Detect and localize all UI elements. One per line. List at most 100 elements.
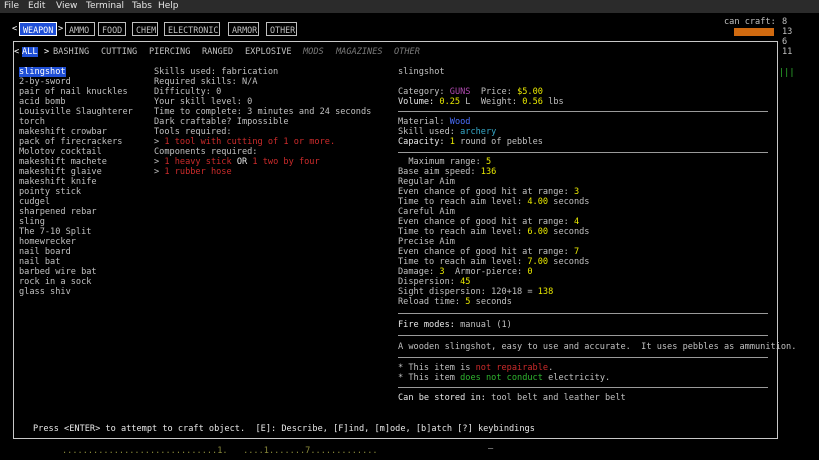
required-skills: Required skills: N/A xyxy=(154,77,258,87)
aim-time-line: Time to reach aim level: 4.00 seconds xyxy=(398,197,590,207)
list-item[interactable]: makeshift crowbar xyxy=(19,127,107,137)
dark-craftable: Dark craftable? Impossible xyxy=(154,117,289,127)
subtab-cutting[interactable]: CUTTING xyxy=(101,47,137,57)
tab-other[interactable]: OTHER xyxy=(266,22,297,36)
list-item[interactable]: torch xyxy=(19,117,45,127)
subtab-ranged[interactable]: RANGED xyxy=(202,47,233,57)
can-craft-bar xyxy=(734,28,774,36)
tab-chem[interactable]: CHEM xyxy=(132,22,158,36)
status-line: ..............................1. ....1..… xyxy=(62,446,378,456)
tab-weapon[interactable]: WEAPON xyxy=(19,22,57,36)
aim-time-line: Time to reach aim level: 6.00 seconds xyxy=(398,227,590,237)
max-range-line: Maximum range: 5 xyxy=(398,157,492,167)
skill-level: Your skill level: 0 xyxy=(154,97,253,107)
skill-line: Skill used: archery xyxy=(398,127,497,137)
list-item[interactable]: nail board xyxy=(19,247,71,257)
divider xyxy=(398,335,768,336)
subtab-right-arrow: > xyxy=(44,47,50,57)
list-item[interactable]: makeshift machete xyxy=(19,157,107,167)
subtab-piercing[interactable]: PIERCING xyxy=(149,47,190,57)
aim-speed-line: Base aim speed: 136 xyxy=(398,167,497,177)
subtab-left-arrow: < xyxy=(14,47,20,57)
item-name: slingshot xyxy=(398,67,445,77)
divider xyxy=(398,387,768,388)
can-craft-num: 13 xyxy=(782,27,793,37)
menu-tabs[interactable]: Tabs xyxy=(132,1,152,11)
list-item[interactable]: pack of firecrackers xyxy=(19,137,122,147)
status-dash: — xyxy=(488,444,494,454)
material-line: Material: Wood xyxy=(398,117,471,127)
note-conduct: * This item does not conduct electricity… xyxy=(398,373,611,383)
list-item[interactable]: pair of nail knuckles xyxy=(19,87,128,97)
list-item[interactable]: Louisville Slaughterer xyxy=(19,107,133,117)
menu-view[interactable]: View xyxy=(56,1,77,11)
sight-line: Sight dispersion: 120+18 = 138 xyxy=(398,287,554,297)
stored-line: Can be stored in: tool belt and leather … xyxy=(398,393,626,403)
divider xyxy=(398,152,768,153)
menu-terminal[interactable]: Terminal xyxy=(86,1,124,11)
list-item[interactable]: slingshot xyxy=(19,67,66,77)
can-craft-num: 6 xyxy=(782,37,788,47)
note-repair: * This item is not repairable. xyxy=(398,363,554,373)
list-item[interactable]: sling xyxy=(19,217,45,227)
tab-ammo[interactable]: AMMO xyxy=(65,22,95,36)
component-line: > 1 heavy stick OR 1 two by four xyxy=(154,157,320,167)
side-bars: ||| xyxy=(779,68,795,78)
volume-line: Volume: 0.25 L Weight: 0.56 lbs xyxy=(398,97,564,107)
time-to-complete: Time to complete: 3 minutes and 24 secon… xyxy=(154,107,372,117)
footer-hint: Press <ENTER> to attempt to craft object… xyxy=(33,424,535,434)
capacity-line: Capacity: 1 round of pebbles xyxy=(398,137,543,147)
list-item[interactable]: nail bat xyxy=(19,257,60,267)
list-item[interactable]: cudgel xyxy=(19,197,50,207)
can-craft-label: can craft: xyxy=(724,17,776,27)
tab-right-arrow: > xyxy=(58,24,64,34)
aim-time-line: Time to reach aim level: 7.00 seconds xyxy=(398,257,590,267)
list-item[interactable]: glass shiv xyxy=(19,287,71,297)
tab-food[interactable]: FOOD xyxy=(98,22,126,36)
range-line: Even chance of good hit at range: 7 xyxy=(398,247,580,257)
tab-armor[interactable]: ARMOR xyxy=(228,22,259,36)
list-item[interactable]: Molotov cocktail xyxy=(19,147,102,157)
range-line: Even chance of good hit at range: 4 xyxy=(398,217,580,227)
divider xyxy=(398,313,768,314)
list-item[interactable]: The 7-10 Split xyxy=(19,227,91,237)
list-item[interactable]: makeshift knife xyxy=(19,177,97,187)
tools-header: Tools required: xyxy=(154,127,232,137)
components-header: Components required: xyxy=(154,147,258,157)
reload-line: Reload time: 5 seconds xyxy=(398,297,512,307)
menu-file[interactable]: File xyxy=(4,1,19,11)
list-item[interactable]: sharpened rebar xyxy=(19,207,97,217)
list-item[interactable]: barbed wire bat xyxy=(19,267,97,277)
list-item[interactable]: pointy stick xyxy=(19,187,81,197)
divider xyxy=(398,111,768,112)
menu-help[interactable]: Help xyxy=(158,1,179,11)
tool-line: > 1 tool with cutting of 1 or more. xyxy=(154,137,336,147)
range-line: Even chance of good hit at range: 3 xyxy=(398,187,580,197)
tab-left-arrow: < xyxy=(12,24,18,34)
can-craft-num: 11 xyxy=(782,47,793,57)
subtab-bashing[interactable]: BASHING xyxy=(53,47,89,57)
list-item[interactable]: homewrecker xyxy=(19,237,76,247)
skills-used: Skills used: fabrication xyxy=(154,67,279,77)
regular-aim: Regular Aim xyxy=(398,177,455,187)
careful-aim: Careful Aim xyxy=(398,207,455,217)
list-item[interactable]: acid bomb xyxy=(19,97,66,107)
crafting-frame xyxy=(13,41,778,439)
menu-edit[interactable]: Edit xyxy=(28,1,45,11)
list-item[interactable]: 2-by-sword xyxy=(19,77,71,87)
damage-line: Damage: 3 Armor-pierce: 0 xyxy=(398,267,533,277)
category-line: Category: GUNS Price: $5.00 xyxy=(398,87,543,97)
fire-modes-line: Fire modes: manual (1) xyxy=(398,320,512,330)
subtab-magazines[interactable]: MAGAZINES xyxy=(336,47,383,57)
subtab-all[interactable]: ALL xyxy=(22,47,38,57)
difficulty: Difficulty: 0 xyxy=(154,87,222,97)
subtab-explosive[interactable]: EXPLOSIVE xyxy=(245,47,292,57)
list-item[interactable]: makeshift glaive xyxy=(19,167,102,177)
list-item[interactable]: rock in a sock xyxy=(19,277,91,287)
subtab-mods[interactable]: MODS xyxy=(303,47,324,57)
menubar: File Edit View Terminal Tabs Help xyxy=(0,0,819,13)
subtab-other[interactable]: OTHER xyxy=(394,47,420,57)
tab-electronic[interactable]: ELECTRONIC xyxy=(164,22,220,36)
divider xyxy=(398,357,768,358)
can-craft-num: 8 xyxy=(782,17,788,27)
